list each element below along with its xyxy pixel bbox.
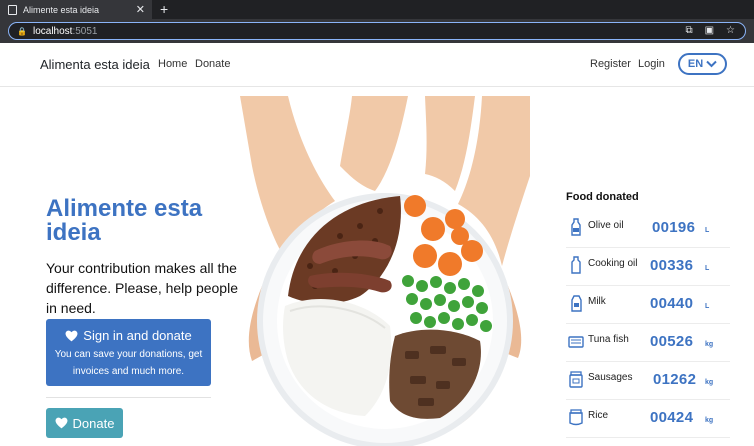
- address-bar[interactable]: 🔒 localhost:5051 ⧉ ▣ ☆: [8, 22, 746, 40]
- nav-donate-link[interactable]: Donate: [195, 58, 230, 70]
- hero-image-hands-plate: [240, 96, 530, 446]
- nav-home-link[interactable]: Home: [158, 58, 187, 70]
- food-item-name: Olive oil: [588, 220, 624, 231]
- food-item-cooking-oil: Cooking oil 00336 L: [566, 248, 730, 286]
- language-selector[interactable]: EN: [678, 53, 727, 75]
- food-item-unit: kg: [705, 341, 714, 348]
- food-item-unit: kg: [705, 379, 714, 386]
- heart-icon: [65, 330, 78, 341]
- food-item-tuna-fish: Tuna fish 00526 kg: [566, 324, 730, 362]
- food-item-unit: L: [705, 227, 710, 234]
- food-item-value: 00440: [650, 295, 694, 312]
- sign-in-and-donate-button[interactable]: Sign in and donate You can save your don…: [46, 319, 211, 386]
- food-item-value: 00336: [650, 257, 694, 274]
- food-item-name: Cooking oil: [588, 258, 638, 269]
- food-donated-title: Food donated: [566, 191, 639, 203]
- food-item-value: 00526: [650, 333, 694, 350]
- tuna-can-icon: [568, 336, 584, 348]
- food-item-name: Rice: [588, 410, 609, 421]
- bookmark-star-icon[interactable]: ☆: [726, 25, 735, 36]
- food-item-unit: L: [705, 303, 710, 310]
- donate-button[interactable]: Donate: [46, 408, 123, 438]
- heart-icon: [55, 417, 67, 429]
- rice-jar-icon: [569, 409, 583, 426]
- login-link[interactable]: Login: [638, 58, 665, 70]
- sausage-jar-icon: [569, 371, 583, 388]
- food-item-sausages: Sausages 01262 kg: [566, 362, 730, 400]
- food-item-unit: L: [705, 265, 710, 272]
- brand-link[interactable]: Alimenta esta ideia: [40, 57, 150, 72]
- register-link[interactable]: Register: [590, 58, 631, 70]
- browser-tab[interactable]: Alimente esta ideia ✕: [0, 0, 152, 19]
- hero-title: Alimente esta ideia: [46, 195, 203, 246]
- cast-icon[interactable]: ⧉: [685, 25, 692, 36]
- milk-carton-icon: [571, 295, 582, 312]
- new-tab-icon[interactable]: +: [160, 1, 168, 17]
- hero-description: Your contribution makes all the differen…: [46, 260, 238, 316]
- bottle-icon: [571, 218, 581, 236]
- url-port: :5051: [72, 25, 98, 37]
- food-item-value: 01262: [653, 371, 697, 388]
- lock-icon[interactable]: 🔒: [17, 27, 27, 36]
- food-item-name: Sausages: [588, 372, 633, 383]
- food-item-value: 00196: [652, 219, 696, 236]
- food-item-olive-oil: Olive oil 00196 L: [566, 210, 730, 248]
- page-icon: [8, 4, 17, 15]
- browser-tab-bar: Alimente esta ideia ✕ +: [0, 0, 754, 19]
- chevron-down-icon: [706, 60, 717, 68]
- address-bar-area: 🔒 localhost:5051 ⧉ ▣ ☆: [0, 19, 754, 43]
- sign-in-benefits-text: You can save your donations, get invoice…: [54, 349, 203, 377]
- food-item-value: 00424: [650, 409, 694, 426]
- close-tab-icon[interactable]: ✕: [136, 3, 145, 16]
- divider: [46, 397, 211, 398]
- food-item-rice: Rice 00424 kg: [566, 400, 730, 438]
- qr-code-icon[interactable]: ▣: [705, 25, 714, 36]
- sign-in-and-donate-label: Sign in and donate: [83, 328, 192, 343]
- food-item-unit: kg: [705, 417, 714, 424]
- language-label: EN: [687, 58, 704, 70]
- food-item-name: Tuna fish: [588, 334, 629, 345]
- food-item-milk: Milk 00440 L: [566, 286, 730, 324]
- oil-bottle-icon: [571, 256, 581, 274]
- donate-button-label: Donate: [72, 415, 115, 431]
- tab-title: Alimente esta ideia: [23, 4, 100, 15]
- food-item-name: Milk: [588, 296, 606, 307]
- site-navbar: Alimenta esta ideia Home Donate Register…: [0, 43, 754, 87]
- url-host: localhost: [32, 25, 73, 37]
